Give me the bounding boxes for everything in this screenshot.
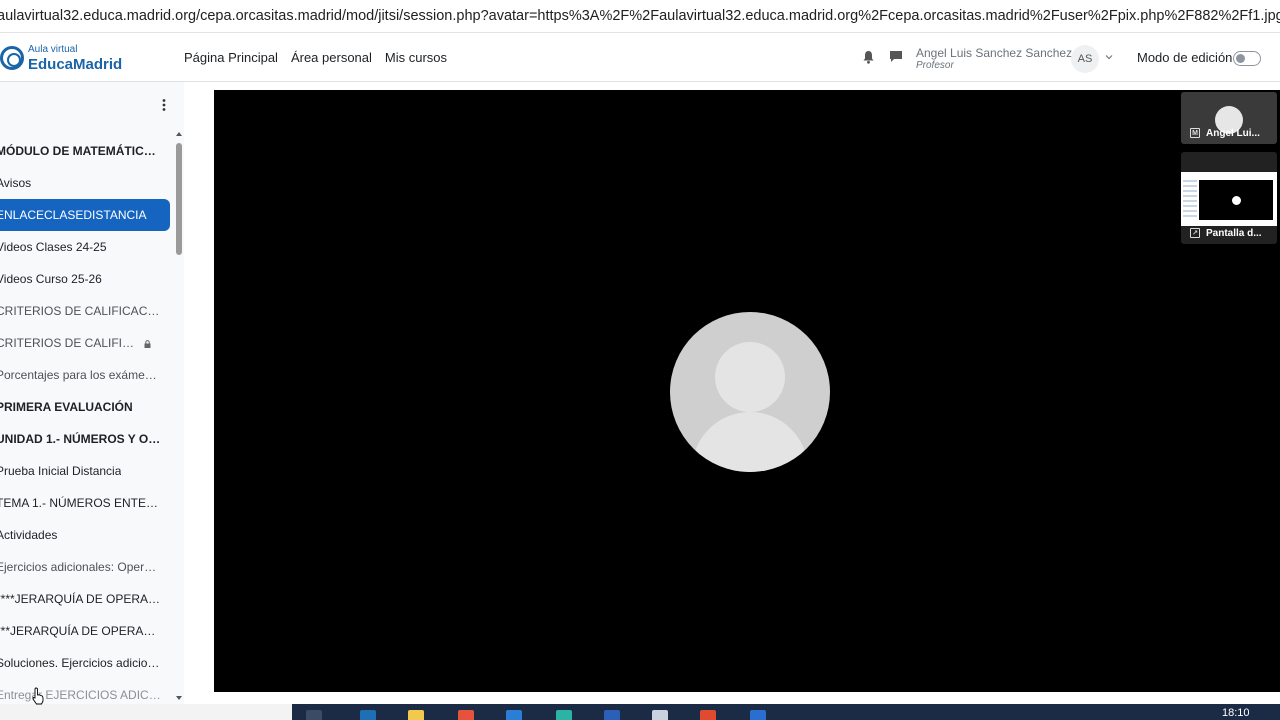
- course-index-item[interactable]: CRITERIOS DE CALIFICACI...: [0, 327, 172, 359]
- participant-tile-local[interactable]: M Angel Lui...: [1181, 92, 1277, 144]
- course-index-sidebar: MÓDULO DE MATEMÁTICAS- ... Avisos ENLACE…: [0, 82, 184, 704]
- chevron-down-icon[interactable]: [1104, 52, 1114, 62]
- course-index-item-label: Videos Curso 25-26: [0, 272, 102, 286]
- participant-tile-screenshare[interactable]: ↗ Pantalla d...: [1181, 152, 1277, 244]
- course-index-item[interactable]: PRIMERA EVALUACIÓN: [0, 391, 172, 423]
- participant-tile-label: ↗ Pantalla d...: [1181, 224, 1277, 242]
- screen-share-icon: ↗: [1190, 228, 1200, 238]
- scroll-down-arrow-icon[interactable]: [176, 696, 182, 700]
- logo-title: EducaMadrid: [28, 56, 123, 73]
- jitsi-video-stage[interactable]: [214, 90, 1280, 692]
- bell-icon[interactable]: [862, 50, 875, 64]
- lock-icon: [144, 340, 151, 348]
- course-index-item-active[interactable]: ENLACECLASEDISTANCIA: [0, 199, 170, 231]
- course-index-item[interactable]: Avisos: [0, 167, 172, 199]
- screenshare-thumbnail: [1181, 172, 1277, 226]
- course-index-item[interactable]: Actividades: [0, 519, 172, 551]
- word-icon[interactable]: [604, 710, 620, 720]
- participant-avatar-placeholder: [670, 312, 830, 472]
- participant-tile-label: M Angel Lui...: [1181, 124, 1277, 142]
- course-index-item[interactable]: ***JERARQUÍA DE OPERACIO...: [0, 615, 172, 647]
- course-index-item-label: ***JERARQUÍA DE OPERACIO...: [0, 624, 162, 638]
- windows-taskbar: 18:10: [0, 704, 1280, 720]
- notepad-icon[interactable]: [652, 710, 668, 720]
- course-index-item[interactable]: Videos Clases 24-25: [0, 231, 172, 263]
- screenshare-thumbnail-avatar: [1232, 196, 1241, 205]
- educamadrid-logo[interactable]: Aula virtual EducaMadrid: [0, 42, 140, 74]
- sidebar-scroll-thumb[interactable]: [176, 143, 182, 255]
- course-index-item-label: CRITERIOS DE CALIFICACIÓN P...: [0, 304, 162, 318]
- course-index-item[interactable]: MÓDULO DE MATEMÁTICAS- ...: [0, 135, 172, 167]
- participant-name: Pantalla d...: [1206, 227, 1262, 239]
- chrome-icon[interactable]: [700, 710, 716, 720]
- participant-name: Angel Lui...: [1206, 127, 1260, 139]
- course-index-item-label: ENLACECLASEDISTANCIA: [0, 208, 147, 222]
- screenshare-thumbnail-sidebar: [1183, 180, 1197, 220]
- course-index-item-label: Entregar EJERCICIOS ADICIO...: [0, 688, 162, 702]
- nav-area-personal[interactable]: Área personal: [291, 50, 372, 65]
- course-index-item-label: MÓDULO DE MATEMÁTICAS- ...: [0, 144, 162, 158]
- course-index-item-label: UNIDAD 1.- NÚMEROS Y OPE...: [0, 432, 162, 446]
- edit-mode-label: Modo de edición: [1137, 50, 1233, 65]
- url-text[interactable]: aulavirtual32.educa.madrid.org/cepa.orca…: [0, 8, 1280, 24]
- primary-nav: Página Principal Área personal Mis curso…: [184, 33, 447, 82]
- course-index-item[interactable]: CRITERIOS DE CALIFICACIÓN P...: [0, 295, 172, 327]
- course-index-item[interactable]: Porcentajes para los exámene...: [0, 359, 172, 391]
- course-index-item-label: Avisos: [0, 176, 32, 190]
- course-index-item-label: CRITERIOS DE CALIFICACI...: [0, 336, 136, 350]
- taskbar-search-area[interactable]: [0, 704, 292, 720]
- educamadrid-logo-icon: [0, 46, 24, 70]
- avatar-head-shape: [715, 342, 785, 412]
- course-index-item-label: Ejercicios adicionales: Operaci...: [0, 560, 162, 574]
- address-bar[interactable]: aulavirtual32.educa.madrid.org/cepa.orca…: [0, 0, 1280, 33]
- store-icon[interactable]: [360, 710, 376, 720]
- course-index-item-label: PRIMERA EVALUACIÓN: [0, 400, 133, 414]
- user-full-name[interactable]: Angel Luis Sanchez Sanchez: [916, 46, 1072, 60]
- course-index-item-label: Videos Clases 24-25: [0, 240, 107, 254]
- course-index-item[interactable]: Ejercicios adicionales: Operaci...: [0, 551, 172, 583]
- course-index-item-label: Actividades: [0, 528, 58, 542]
- course-index-item[interactable]: UNIDAD 1.- NÚMEROS Y OPE...: [0, 423, 172, 455]
- course-index-item[interactable]: Videos Curso 25-26: [0, 263, 172, 295]
- course-index-item[interactable]: TEMA 1.- NÚMEROS ENTEROS: [0, 487, 172, 519]
- course-index-item-label: Prueba Inicial Distancia: [0, 464, 122, 478]
- hand-cursor-icon: [32, 687, 44, 705]
- nav-mis-cursos[interactable]: Mis cursos: [385, 50, 447, 65]
- outlook-icon[interactable]: [750, 710, 766, 720]
- course-index-item[interactable]: ****JERARQUÍA DE OPERACIO...: [0, 583, 172, 615]
- app-icon[interactable]: [458, 710, 474, 720]
- browser-icon[interactable]: [556, 710, 572, 720]
- avatar-body-shape: [692, 412, 808, 472]
- user-avatar[interactable]: AS: [1071, 45, 1099, 73]
- top-navbar: Aula virtual EducaMadrid Página Principa…: [0, 33, 1280, 82]
- course-index-item-label: TEMA 1.- NÚMEROS ENTEROS: [0, 496, 162, 510]
- task-view-icon[interactable]: [306, 710, 322, 720]
- scroll-up-arrow-icon[interactable]: [176, 132, 182, 136]
- taskbar-clock[interactable]: 18:10: [1222, 707, 1250, 719]
- logo-subtitle: Aula virtual: [28, 44, 78, 55]
- course-index-item-label: ****JERARQUÍA DE OPERACIO...: [0, 592, 162, 606]
- file-explorer-icon[interactable]: [408, 710, 424, 720]
- course-index-list: MÓDULO DE MATEMÁTICAS- ... Avisos ENLACE…: [0, 135, 172, 704]
- kebab-menu-icon[interactable]: [159, 98, 169, 112]
- course-index-item[interactable]: Entregar EJERCICIOS ADICIO...: [0, 679, 172, 704]
- edge-icon[interactable]: [506, 710, 522, 720]
- muted-mic-icon: M: [1190, 128, 1200, 138]
- course-index-item-label: Porcentajes para los exámene...: [0, 368, 162, 382]
- user-role: Profesor: [916, 60, 954, 71]
- edit-mode-toggle[interactable]: [1233, 51, 1261, 66]
- nav-pagina-principal[interactable]: Página Principal: [184, 50, 278, 65]
- course-index-item-label: Soluciones. Ejercicios adiciona...: [0, 656, 162, 670]
- messages-icon[interactable]: [889, 50, 903, 63]
- course-index-item[interactable]: Soluciones. Ejercicios adiciona...: [0, 647, 172, 679]
- course-index-item[interactable]: Prueba Inicial Distancia: [0, 455, 172, 487]
